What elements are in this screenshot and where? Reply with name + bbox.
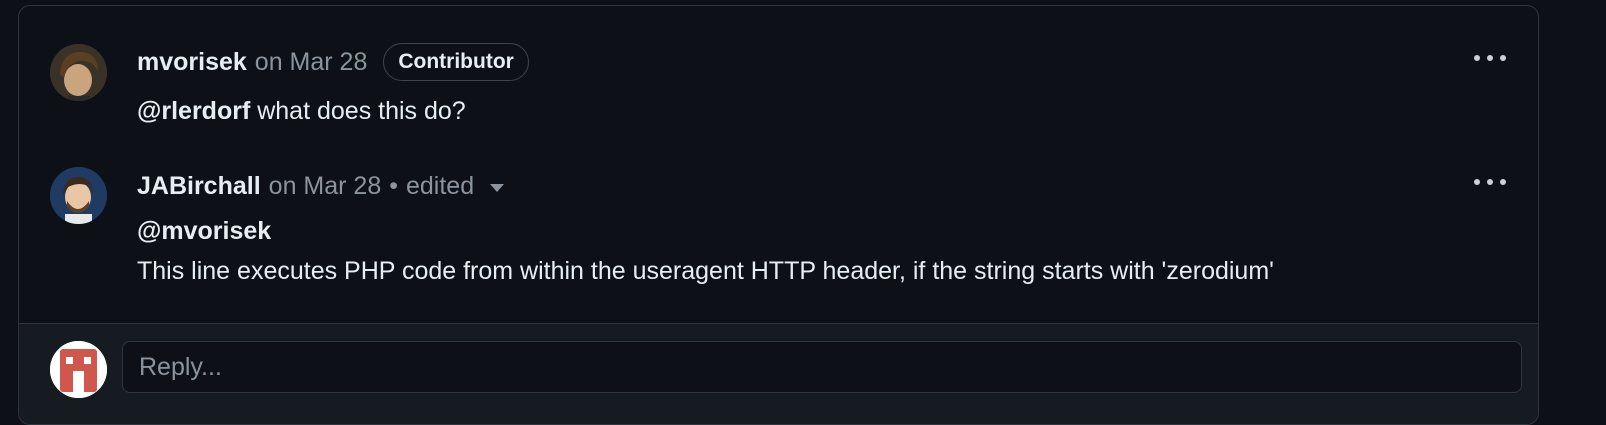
avatar[interactable] — [50, 167, 107, 224]
comment-author[interactable]: mvorisek — [137, 48, 247, 77]
comment-date[interactable]: on Mar 28 — [255, 48, 368, 77]
edited-label[interactable]: edited — [406, 172, 474, 201]
comment-body: @mvorisek This line executes PHP code fr… — [137, 211, 1274, 291]
triangle-down-icon[interactable] — [490, 184, 505, 192]
more-options-button[interactable] — [1470, 46, 1510, 70]
kebab-dot — [1500, 179, 1506, 185]
contributor-badge: Contributor — [383, 43, 529, 81]
comment-body: @rlerdorf what does this do? — [137, 91, 466, 131]
review-thread: mvorisek on Mar 28 Contributor @rlerdorf… — [18, 5, 1539, 425]
more-options-button[interactable] — [1470, 170, 1510, 194]
user-mention[interactable]: @rlerdorf — [137, 97, 250, 125]
current-user-avatar[interactable] — [50, 341, 107, 398]
kebab-horizontal-icon — [1474, 55, 1480, 61]
reply-bar — [19, 323, 1538, 424]
user-mention[interactable]: @mvorisek — [137, 217, 271, 245]
comment-header: JABirchall on Mar 28 • edited — [137, 168, 505, 204]
kebab-dot — [1487, 55, 1493, 61]
kebab-horizontal-icon — [1474, 179, 1480, 185]
kebab-dot — [1487, 179, 1493, 185]
avatar[interactable] — [50, 44, 107, 101]
comment-header: mvorisek on Mar 28 Contributor — [137, 43, 529, 81]
separator-dot: • — [389, 171, 398, 200]
comment-date[interactable]: on Mar 28 — [269, 172, 382, 201]
comment-author[interactable]: JABirchall — [137, 172, 261, 201]
kebab-dot — [1500, 55, 1506, 61]
comment-text: what does this do? — [250, 97, 466, 125]
reply-input[interactable] — [122, 341, 1522, 393]
comment-text: This line executes PHP code from within … — [137, 257, 1274, 285]
